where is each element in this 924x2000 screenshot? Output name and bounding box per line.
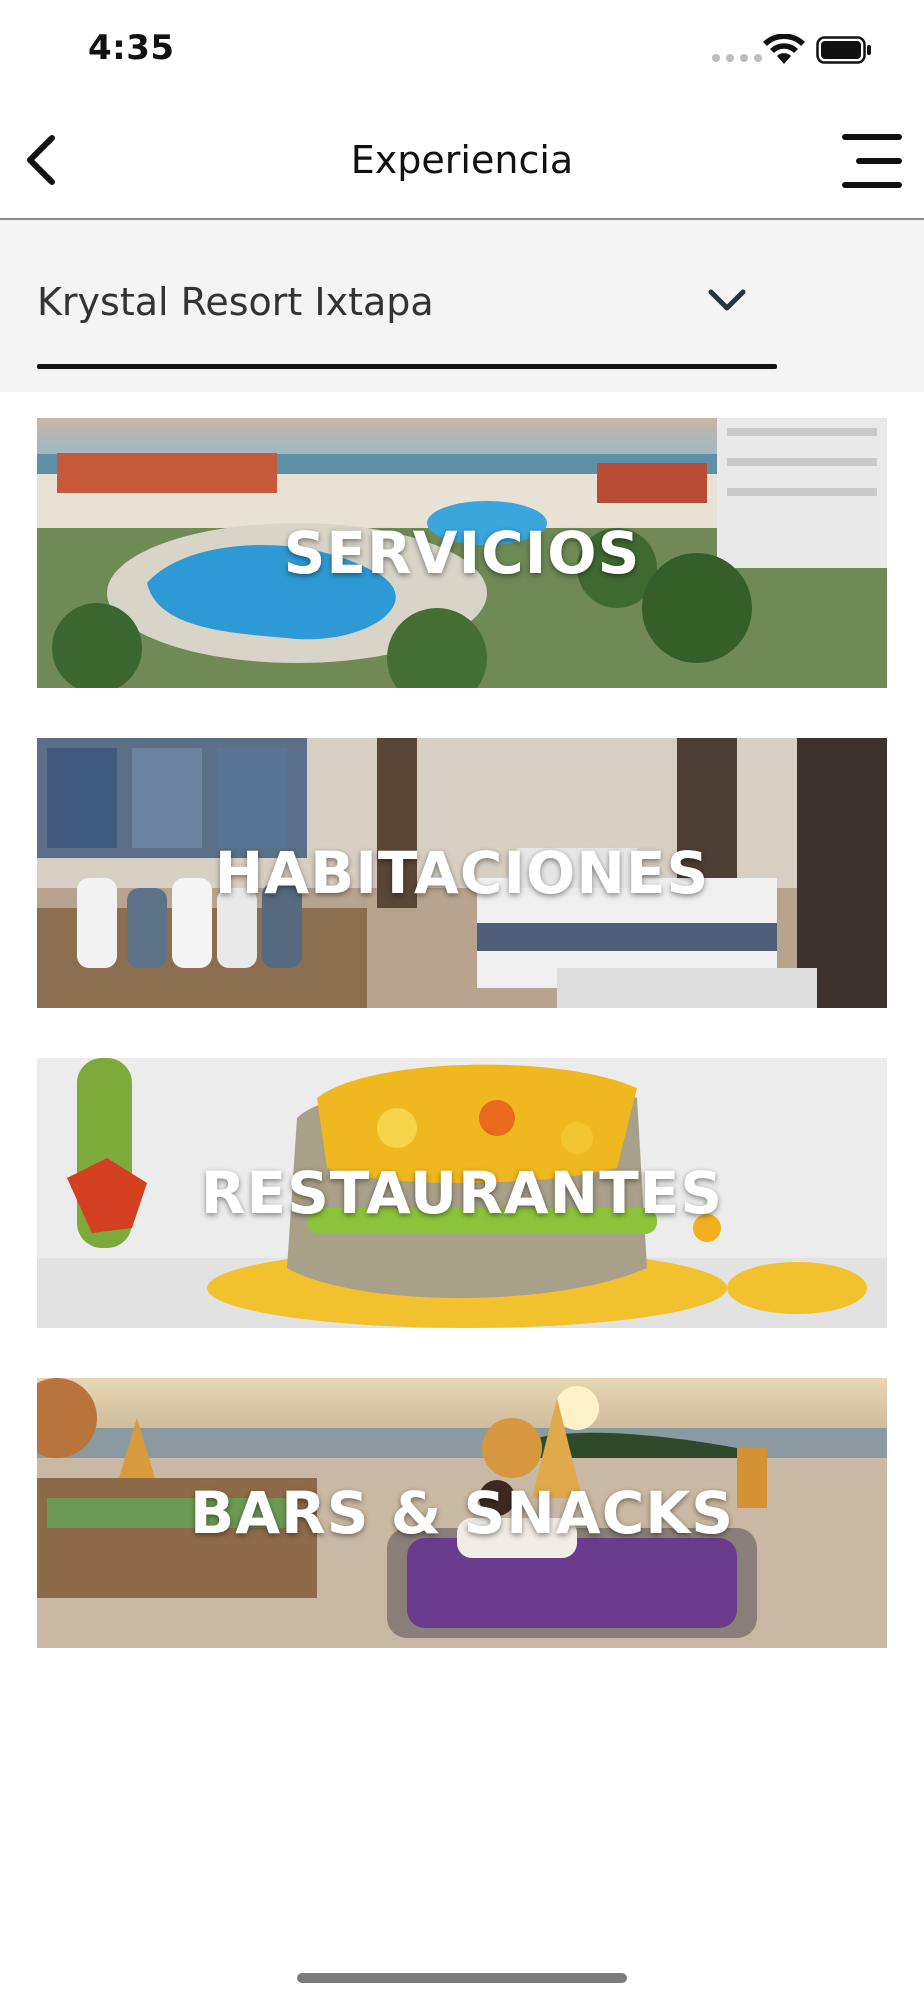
- card-label-servicios: SERVICIOS: [283, 519, 641, 587]
- card-habitaciones[interactable]: HABITACIONES: [37, 738, 887, 1008]
- cellular-signal-icon: [712, 54, 762, 62]
- hamburger-menu-icon[interactable]: [836, 128, 906, 198]
- page-title: Experiencia: [350, 138, 574, 182]
- status-time: 4:35: [88, 28, 175, 68]
- card-servicios[interactable]: SERVICIOS: [37, 418, 887, 688]
- nav-bar: Experiencia: [0, 100, 924, 220]
- hotel-select-value: Krystal Resort Ixtapa: [37, 280, 434, 324]
- battery-icon: [816, 36, 871, 64]
- status-bar: 4:35: [0, 0, 924, 100]
- hotel-select[interactable]: Krystal Resort Ixtapa: [37, 270, 777, 330]
- hotel-select-underline: [37, 364, 777, 369]
- card-bars-snacks[interactable]: BARS & SNACKS: [37, 1378, 887, 1648]
- card-restaurantes[interactable]: RESTAURANTES: [37, 1058, 887, 1328]
- hotel-selector-area: Krystal Resort Ixtapa: [0, 220, 924, 392]
- wifi-icon: [763, 34, 805, 64]
- chevron-down-icon[interactable]: [707, 286, 747, 314]
- home-indicator[interactable]: [297, 1973, 627, 1983]
- card-label-bars-snacks: BARS & SNACKS: [190, 1479, 734, 1547]
- card-label-habitaciones: HABITACIONES: [214, 839, 710, 907]
- card-label-restaurantes: RESTAURANTES: [200, 1159, 724, 1227]
